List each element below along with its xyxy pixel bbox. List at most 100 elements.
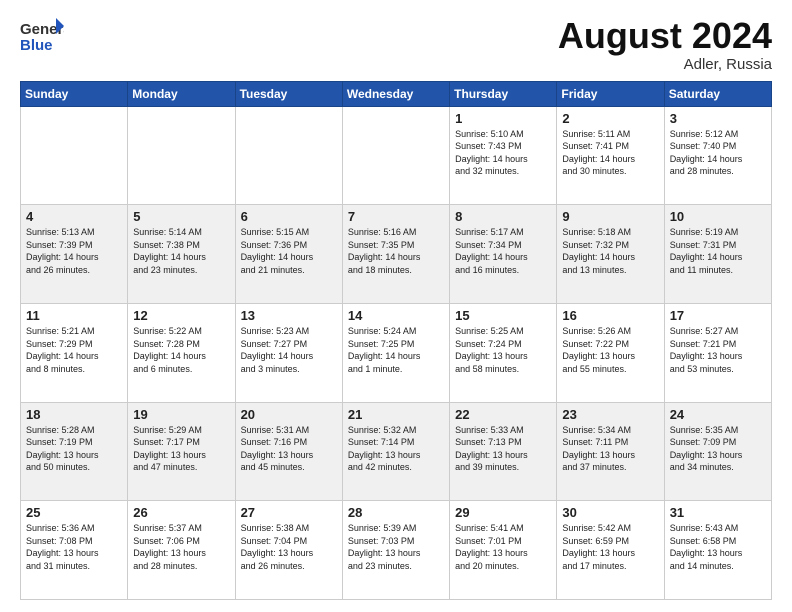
calendar-cell: 26Sunrise: 5:37 AM Sunset: 7:06 PM Dayli… [128, 501, 235, 600]
calendar-week-0: 1 Sunrise: 5:10 AM Sunset: 7:43 PM Daylig… [21, 106, 772, 205]
header: General Blue August 2024 Adler, Russia [20, 16, 772, 73]
calendar-week-3: 18 Sunrise: 5:28 AM Sunset: 7:19 PM Dayli… [21, 402, 772, 501]
day-info: Sunrise: 5:35 AM Sunset: 7:09 PM Dayligh… [670, 424, 766, 474]
col-wednesday: Wednesday [342, 81, 449, 106]
day-number: 29 [455, 505, 551, 520]
day-number: 22 [455, 407, 551, 422]
calendar-cell: 31Sunrise: 5:43 AM Sunset: 6:58 PM Dayli… [664, 501, 771, 600]
day-info: Sunrise: 5:23 AM Sunset: 7:27 PM Dayligh… [241, 325, 337, 375]
calendar-cell: 11 Sunrise: 5:21 AM Sunset: 7:29 PM Dayli… [21, 303, 128, 402]
day-info: Sunrise: 5:13 AM Sunset: 7:39 PM Dayligh… [26, 226, 122, 276]
calendar-week-4: 25 Sunrise: 5:36 AM Sunset: 7:08 PM Dayli… [21, 501, 772, 600]
day-number: 15 [455, 308, 551, 323]
calendar-week-1: 4 Sunrise: 5:13 AM Sunset: 7:39 PM Daylig… [21, 205, 772, 304]
day-info: Sunrise: 5:17 AM Sunset: 7:34 PM Dayligh… [455, 226, 551, 276]
col-thursday: Thursday [450, 81, 557, 106]
calendar-cell: 10Sunrise: 5:19 AM Sunset: 7:31 PM Dayli… [664, 205, 771, 304]
day-number: 20 [241, 407, 337, 422]
day-number: 11 [26, 308, 122, 323]
day-number: 2 [562, 111, 658, 126]
calendar-cell: 19Sunrise: 5:29 AM Sunset: 7:17 PM Dayli… [128, 402, 235, 501]
day-info: Sunrise: 5:24 AM Sunset: 7:25 PM Dayligh… [348, 325, 444, 375]
calendar-cell: 12 Sunrise: 5:22 AM Sunset: 7:28 PM Dayli… [128, 303, 235, 402]
day-info: Sunrise: 5:31 AM Sunset: 7:16 PM Dayligh… [241, 424, 337, 474]
logo-icon: General Blue [20, 16, 64, 54]
day-number: 10 [670, 209, 766, 224]
day-info: Sunrise: 5:34 AM Sunset: 7:11 PM Dayligh… [562, 424, 658, 474]
calendar-table: Sunday Monday Tuesday Wednesday Thursday… [20, 81, 772, 600]
day-number: 25 [26, 505, 122, 520]
day-info: Sunrise: 5:38 AM Sunset: 7:04 PM Dayligh… [241, 522, 337, 572]
day-info: Sunrise: 5:22 AM Sunset: 7:28 PM Dayligh… [133, 325, 229, 375]
day-info: Sunrise: 5:37 AM Sunset: 7:06 PM Dayligh… [133, 522, 229, 572]
col-friday: Friday [557, 81, 664, 106]
calendar-cell: 22 Sunrise: 5:33 AM Sunset: 7:13 PM Dayli… [450, 402, 557, 501]
calendar-cell: 3Sunrise: 5:12 AM Sunset: 7:40 PM Daylig… [664, 106, 771, 205]
day-number: 16 [562, 308, 658, 323]
day-number: 27 [241, 505, 337, 520]
col-sunday: Sunday [21, 81, 128, 106]
day-number: 17 [670, 308, 766, 323]
calendar-cell: 17 Sunrise: 5:27 AM Sunset: 7:21 PM Dayli… [664, 303, 771, 402]
day-number: 4 [26, 209, 122, 224]
calendar-cell: 30Sunrise: 5:42 AM Sunset: 6:59 PM Dayli… [557, 501, 664, 600]
calendar-cell: 18 Sunrise: 5:28 AM Sunset: 7:19 PM Dayli… [21, 402, 128, 501]
calendar-cell: 7Sunrise: 5:16 AM Sunset: 7:35 PM Daylig… [342, 205, 449, 304]
day-info: Sunrise: 5:27 AM Sunset: 7:21 PM Dayligh… [670, 325, 766, 375]
day-number: 18 [26, 407, 122, 422]
day-info: Sunrise: 5:18 AM Sunset: 7:32 PM Dayligh… [562, 226, 658, 276]
day-info: Sunrise: 5:26 AM Sunset: 7:22 PM Dayligh… [562, 325, 658, 375]
day-info: Sunrise: 5:15 AM Sunset: 7:36 PM Dayligh… [241, 226, 337, 276]
month-year: August 2024 [558, 16, 772, 56]
day-info: Sunrise: 5:41 AM Sunset: 7:01 PM Dayligh… [455, 522, 551, 572]
col-monday: Monday [128, 81, 235, 106]
day-info: Sunrise: 5:12 AM Sunset: 7:40 PM Dayligh… [670, 128, 766, 178]
calendar-cell: 14 Sunrise: 5:24 AM Sunset: 7:25 PM Dayli… [342, 303, 449, 402]
calendar-cell: 21 Sunrise: 5:32 AM Sunset: 7:14 PM Dayli… [342, 402, 449, 501]
calendar-cell: 15 Sunrise: 5:25 AM Sunset: 7:24 PM Dayli… [450, 303, 557, 402]
calendar-cell: 5Sunrise: 5:14 AM Sunset: 7:38 PM Daylig… [128, 205, 235, 304]
calendar-header-row: Sunday Monday Tuesday Wednesday Thursday… [21, 81, 772, 106]
calendar-cell [342, 106, 449, 205]
calendar-week-2: 11 Sunrise: 5:21 AM Sunset: 7:29 PM Dayli… [21, 303, 772, 402]
calendar-cell: 1 Sunrise: 5:10 AM Sunset: 7:43 PM Daylig… [450, 106, 557, 205]
calendar-cell: 4 Sunrise: 5:13 AM Sunset: 7:39 PM Daylig… [21, 205, 128, 304]
title-block: August 2024 Adler, Russia [558, 16, 772, 73]
day-info: Sunrise: 5:39 AM Sunset: 7:03 PM Dayligh… [348, 522, 444, 572]
calendar-cell [128, 106, 235, 205]
col-saturday: Saturday [664, 81, 771, 106]
calendar-cell: 28 Sunrise: 5:39 AM Sunset: 7:03 PM Dayli… [342, 501, 449, 600]
day-number: 7 [348, 209, 444, 224]
calendar-cell: 9Sunrise: 5:18 AM Sunset: 7:32 PM Daylig… [557, 205, 664, 304]
day-number: 12 [133, 308, 229, 323]
day-number: 6 [241, 209, 337, 224]
day-info: Sunrise: 5:33 AM Sunset: 7:13 PM Dayligh… [455, 424, 551, 474]
day-info: Sunrise: 5:25 AM Sunset: 7:24 PM Dayligh… [455, 325, 551, 375]
day-number: 28 [348, 505, 444, 520]
day-number: 8 [455, 209, 551, 224]
day-number: 14 [348, 308, 444, 323]
day-info: Sunrise: 5:28 AM Sunset: 7:19 PM Dayligh… [26, 424, 122, 474]
calendar-cell: 24 Sunrise: 5:35 AM Sunset: 7:09 PM Dayli… [664, 402, 771, 501]
day-number: 21 [348, 407, 444, 422]
calendar-cell: 8 Sunrise: 5:17 AM Sunset: 7:34 PM Daylig… [450, 205, 557, 304]
page: General Blue August 2024 Adler, Russia S… [0, 0, 792, 612]
calendar-cell: 16 Sunrise: 5:26 AM Sunset: 7:22 PM Dayli… [557, 303, 664, 402]
day-number: 1 [455, 111, 551, 126]
day-info: Sunrise: 5:43 AM Sunset: 6:58 PM Dayligh… [670, 522, 766, 572]
calendar-cell: 6 Sunrise: 5:15 AM Sunset: 7:36 PM Daylig… [235, 205, 342, 304]
calendar-cell [235, 106, 342, 205]
day-number: 23 [562, 407, 658, 422]
calendar-cell: 20 Sunrise: 5:31 AM Sunset: 7:16 PM Dayli… [235, 402, 342, 501]
day-info: Sunrise: 5:32 AM Sunset: 7:14 PM Dayligh… [348, 424, 444, 474]
day-info: Sunrise: 5:10 AM Sunset: 7:43 PM Dayligh… [455, 128, 551, 178]
day-info: Sunrise: 5:21 AM Sunset: 7:29 PM Dayligh… [26, 325, 122, 375]
day-info: Sunrise: 5:36 AM Sunset: 7:08 PM Dayligh… [26, 522, 122, 572]
calendar-cell [21, 106, 128, 205]
location: Adler, Russia [558, 56, 772, 73]
day-number: 13 [241, 308, 337, 323]
day-number: 24 [670, 407, 766, 422]
day-info: Sunrise: 5:11 AM Sunset: 7:41 PM Dayligh… [562, 128, 658, 178]
day-info: Sunrise: 5:42 AM Sunset: 6:59 PM Dayligh… [562, 522, 658, 572]
svg-text:Blue: Blue [20, 37, 53, 54]
